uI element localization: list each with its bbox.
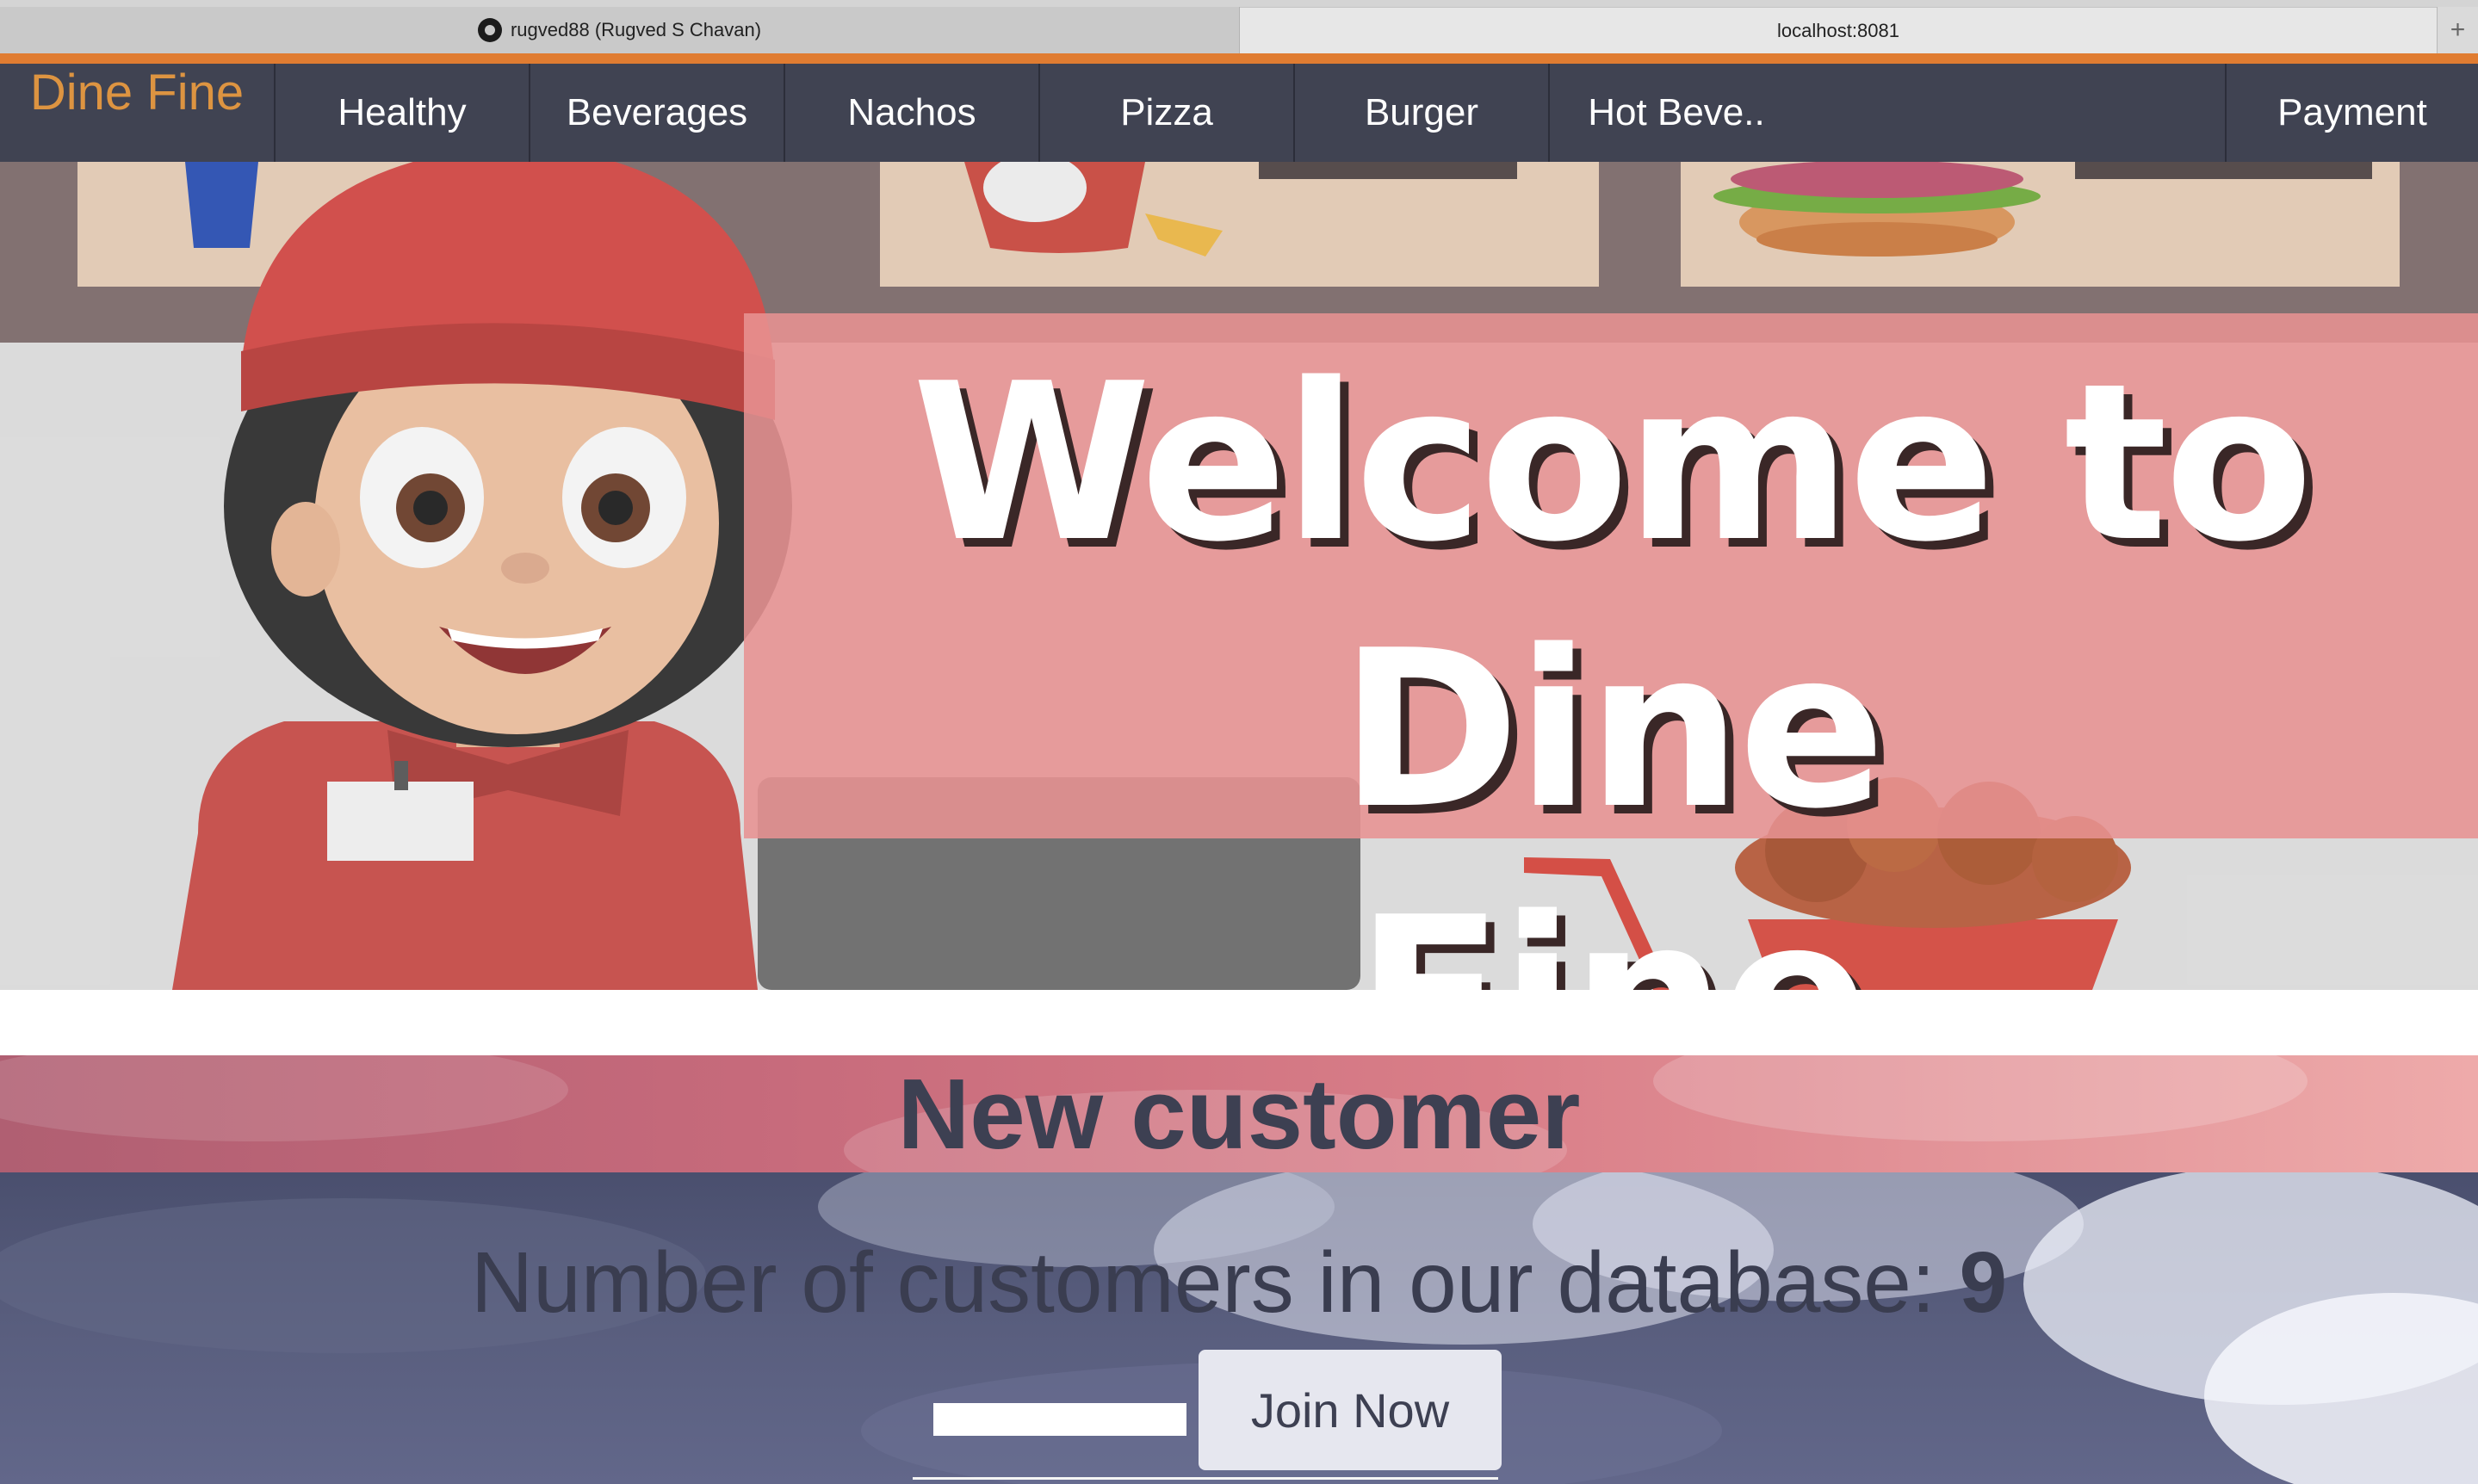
join-now-button[interactable]: Join Now (1199, 1350, 1502, 1470)
section-spacer (0, 990, 2478, 1055)
hero-banner: Welcome to Dine Fine Restaurant (0, 162, 2478, 990)
tab-github[interactable]: rugved88 (Rugved S Chavan) (0, 7, 1240, 53)
nav-item-hot-beverages[interactable]: Hot Beve.. (1548, 64, 1803, 162)
nav-item-beverages[interactable]: Beverages (529, 64, 784, 162)
customer-count-label: Number of customers in our database: (470, 1234, 1960, 1331)
tab-localhost[interactable]: localhost:8081 (1240, 7, 2437, 53)
nav-item-healthy[interactable]: Healthy (274, 64, 529, 162)
tab-label: rugved88 (Rugved S Chavan) (510, 19, 762, 40)
brand-logo-link[interactable]: Dine Fine (0, 64, 274, 162)
nav-item-nachos[interactable]: Nachos (784, 64, 1038, 162)
accent-rule (0, 53, 2478, 64)
welcome-line-1: Welcome to Dine (912, 337, 2314, 856)
name-input[interactable] (933, 1403, 1186, 1436)
nav-item-payment[interactable]: Payment (2225, 64, 2478, 162)
nav-item-pizza[interactable]: Pizza (1038, 64, 1293, 162)
welcome-heading: Welcome to Dine Fine Restaurant (744, 331, 2478, 990)
new-tab-button[interactable]: + (2437, 7, 2478, 53)
github-icon (477, 18, 502, 42)
brand-name: Dine Fine (29, 65, 245, 121)
customer-count-value: 9 (1959, 1234, 2008, 1331)
welcome-line-2: Fine Restaurant (948, 871, 2273, 990)
tab-label: localhost:8081 (1777, 19, 1899, 41)
browser-tab-strip: rugved88 (Rugved S Chavan) localhost:808… (0, 0, 2478, 53)
nav-item-burger[interactable]: Burger (1293, 64, 1548, 162)
main-navbar: Dine Fine Healthy Beverages Nachos Pizza… (0, 64, 2478, 162)
customer-count-text: Number of customers in our database: 9 (0, 1231, 2478, 1334)
new-customer-heading: New customer (897, 1058, 1581, 1170)
form-underline (913, 1477, 1498, 1480)
